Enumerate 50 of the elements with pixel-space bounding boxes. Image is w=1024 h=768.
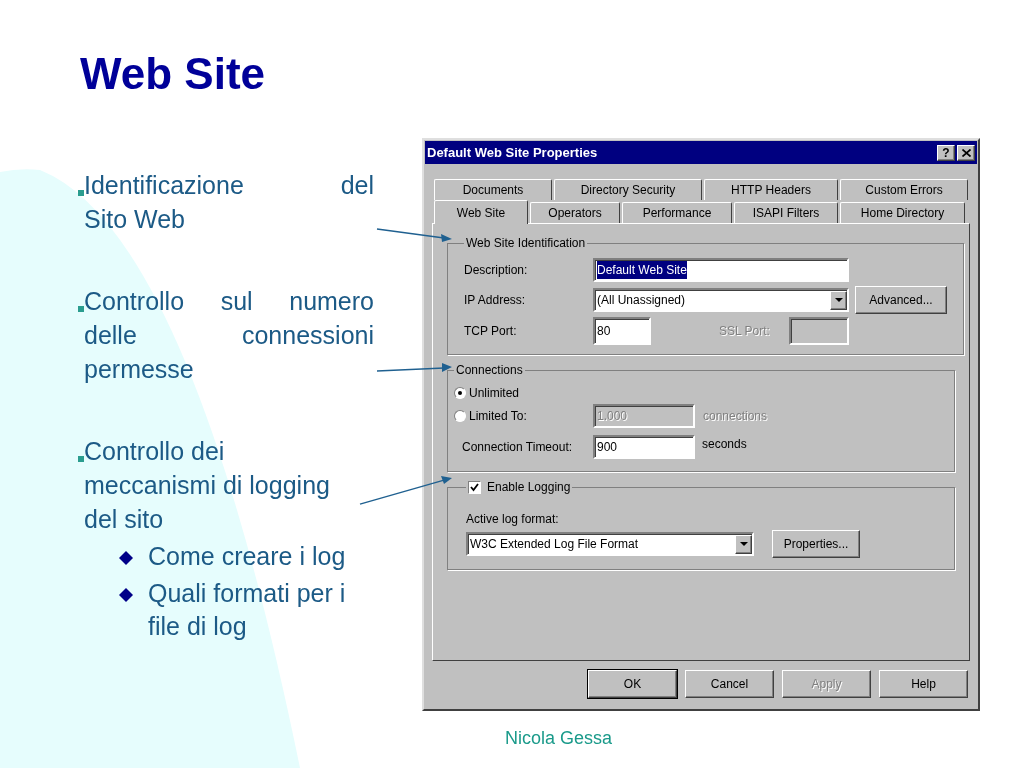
tab[interactable]: Operators	[530, 202, 620, 223]
caret-icon	[834, 298, 843, 302]
push-button[interactable]: Help	[879, 670, 968, 698]
caret-icon	[739, 542, 748, 546]
window-title: Default Web Site Properties	[427, 143, 599, 162]
tab[interactable]: Home Directory	[840, 202, 965, 223]
field-label: TCP Port:	[464, 323, 518, 340]
tab[interactable]: HTTP Headers	[704, 179, 838, 200]
input-field[interactable]	[789, 317, 849, 345]
input-field[interactable]: 80	[593, 317, 651, 345]
field-label: SSL Port:	[719, 323, 771, 340]
bullet-text: Quali formati per i file di log	[148, 578, 347, 642]
checkmark-icon	[470, 482, 479, 492]
bullet-icon	[78, 190, 84, 196]
push-button[interactable]: Advanced...	[855, 286, 947, 314]
tab[interactable]: Performance	[622, 202, 732, 223]
field-label: Description:	[464, 262, 529, 279]
group-title: Web Site Identification	[466, 235, 586, 252]
input-field[interactable]: Default Web Site	[593, 258, 849, 282]
close-icon	[961, 148, 971, 157]
help-button[interactable]: ?	[937, 144, 955, 161]
field-label: Active log format:	[466, 511, 560, 528]
slide-title: Web Site	[80, 48, 265, 100]
close-button[interactable]	[957, 144, 975, 161]
tab[interactable]: ISAPI Filters	[734, 202, 838, 223]
input-field[interactable]: 900	[593, 435, 695, 459]
field-label: Connection Timeout:	[462, 439, 574, 456]
unit-label: seconds	[702, 436, 747, 453]
tab[interactable]: Documents	[434, 179, 552, 200]
group-title: Connections	[456, 362, 523, 379]
tab[interactable]: Custom Errors	[840, 179, 968, 200]
bullet-icon	[78, 456, 84, 462]
bullet-text: Identificazione del Sito Web	[84, 170, 374, 235]
dropdown[interactable]: W3C Extended Log File Format	[466, 532, 754, 556]
radio-button[interactable]: Limited To:	[454, 407, 593, 425]
push-button[interactable]: OK	[588, 670, 677, 698]
dropdown[interactable]: (All Unassigned)	[593, 288, 849, 312]
tab[interactable]: Directory Security	[554, 179, 702, 200]
bullet-text: Controllo sul numero delle connessioni permesse	[84, 286, 374, 385]
tab[interactable]: Web Site	[434, 200, 528, 224]
unit-label: connections	[703, 408, 768, 425]
checkbox[interactable]: Enable Logging	[468, 478, 571, 496]
field-label: IP Address:	[464, 292, 527, 309]
bullet-icon	[78, 306, 84, 312]
bullet-text: Come creare i log	[148, 541, 347, 572]
push-button[interactable]: Cancel	[685, 670, 774, 698]
slide-footer: Nicola Gessa	[505, 728, 613, 748]
radio-button[interactable]: Unlimited	[454, 384, 593, 402]
push-button[interactable]: Properties...	[772, 530, 860, 558]
bullet-text: Controllo dei meccanismi di logging del sito	[84, 436, 331, 535]
